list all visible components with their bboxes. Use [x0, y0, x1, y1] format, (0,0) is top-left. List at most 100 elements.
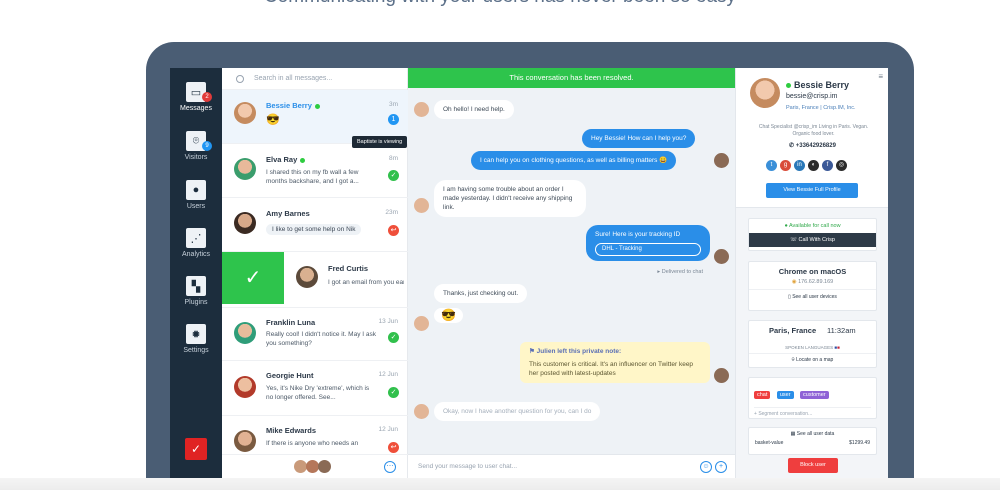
conversation-preview: I like to get some help on Nik — [266, 224, 362, 235]
instagram-icon[interactable]: ◎ — [836, 160, 847, 171]
conversation-item[interactable]: Mike Edwards 12 Jun If there is anyone w… — [222, 416, 408, 456]
resolved-banner: This conversation has been resolved. — [408, 68, 735, 88]
reply-icon: ↩ — [388, 225, 399, 236]
user-avatar — [414, 316, 429, 331]
twitter-icon[interactable]: t — [766, 160, 777, 171]
conversation-list: Search in all messages... Bessie Berry 3… — [222, 68, 408, 478]
analytics-icon: ⋰ — [186, 228, 206, 248]
more-options-icon[interactable]: ⋯ — [384, 461, 396, 473]
tag-chat[interactable]: chat — [754, 391, 771, 399]
view-full-profile-button[interactable]: View Bessie Full Profile — [766, 183, 858, 198]
avatar — [234, 212, 256, 234]
profile-email[interactable]: bessie@crisp.im — [786, 93, 837, 100]
unread-badge: 1 — [388, 114, 399, 125]
typing-preview: Okay, now I have another question for yo… — [434, 402, 601, 421]
nav-item-plugins[interactable]: ▚ Plugins — [170, 276, 222, 306]
conversation-item[interactable]: ✓ Fred Curtis I got an email from you ea… — [222, 252, 408, 308]
locate-map-link[interactable]: ⌾ Locate on a map — [749, 353, 876, 363]
conversation-time: 12 Jun — [378, 426, 398, 433]
conversation-name: Amy Barnes — [266, 209, 310, 218]
delivered-status: ▸ Delivered to chat — [657, 269, 703, 275]
device-card: Chrome on macOS ◉ 176.62.89.169 ▯ See al… — [748, 261, 877, 311]
message-bubble: Oh hello! I need help. — [434, 100, 514, 119]
linkedin-icon[interactable]: in — [794, 160, 805, 171]
nav-label-settings: Settings — [183, 347, 209, 354]
checkmark-icon: ✓ — [388, 387, 399, 398]
location-row: Paris, France 11:32am — [749, 321, 876, 345]
avatar — [234, 376, 256, 398]
conversation-time: 3m — [388, 101, 398, 108]
brand-logo[interactable]: ✓ — [185, 438, 207, 460]
call-card: ● Available for call now ☏ Call With Cri… — [748, 218, 877, 251]
message-input[interactable]: Send your message to user chat... ☺ + — [408, 454, 735, 478]
page-headline: Communicating with your users has never … — [0, 0, 1000, 8]
location-city: Paris, France — [769, 326, 817, 335]
nav-item-analytics[interactable]: ⋰ Analytics — [170, 228, 222, 258]
profile-location: Paris, France | Crisp.IM, Inc. — [786, 105, 856, 111]
nav-label-visitors: Visitors — [184, 154, 208, 161]
operator-avatar[interactable] — [318, 460, 331, 473]
conversation-time: 13 Jun — [378, 318, 398, 325]
user-avatar — [414, 404, 429, 419]
message-bubble: Sure! Here is your tracking ID DHL - Tra… — [586, 225, 710, 261]
nav-item-visitors[interactable]: ⌾ 9 Visitors — [170, 131, 222, 161]
message-bubble: I can help you on clothing questions, as… — [471, 151, 677, 170]
nav-label-messages: Messages — [180, 105, 212, 112]
conversation-item[interactable]: Elva Ray 8m I shared this on my fb wall … — [222, 144, 408, 198]
block-user-button[interactable]: Block user — [788, 458, 838, 473]
see-devices-link[interactable]: ▯ See all user devices — [749, 289, 876, 300]
see-user-data-link[interactable]: ▦ See all user data — [749, 428, 876, 437]
user-data-card: ▦ See all user data basket-value $1299.4… — [748, 427, 877, 455]
search-input[interactable]: Search in all messages... — [254, 75, 332, 82]
tag-customer[interactable]: customer — [800, 391, 829, 399]
call-button[interactable]: ☏ Call With Crisp — [749, 233, 876, 247]
nav-item-users[interactable]: ● Users — [170, 180, 222, 210]
search-bar[interactable]: Search in all messages... — [222, 68, 407, 90]
phone-icon: ✆ — [789, 143, 796, 149]
location-card: Paris, France 11:32am SPOKEN LANGUAGES ■… — [748, 320, 877, 368]
nav-label-analytics: Analytics — [181, 251, 210, 258]
nav-item-settings[interactable]: ✹ Settings — [170, 324, 222, 354]
conversation-time: 23m — [385, 209, 398, 216]
menu-icon[interactable]: ≡ — [878, 72, 883, 81]
checkmark-icon: ✓ — [388, 170, 399, 181]
list-footer: ⋯ — [222, 454, 408, 478]
plugins-icon: ▚ — [186, 276, 206, 296]
private-note: ⚑ Julien left this private note: This cu… — [520, 342, 710, 383]
tracking-link[interactable]: DHL - Tracking — [595, 243, 701, 256]
conversation-item[interactable]: Georgie Hunt 12 Jun Yes, it's Nike Dry '… — [222, 361, 408, 416]
app-screen: ▭ 2 Messages ⌾ 9 Visitors ● Users ⋰ Analyt… — [170, 68, 888, 478]
search-icon — [236, 74, 244, 83]
input-placeholder: Send your message to user chat... — [418, 463, 517, 470]
data-key: basket-value — [755, 440, 784, 446]
conversation-item[interactable]: Amy Barnes 23m I like to get some help o… — [222, 198, 408, 252]
segment-input[interactable]: + Segment conversation... — [754, 407, 871, 417]
bookmark-icon: ⚑ — [529, 348, 537, 355]
resolved-check-icon[interactable]: ✓ — [222, 252, 284, 304]
github-icon[interactable]: ◐ — [808, 160, 819, 171]
conversation-preview: I shared this on my fb wall a few months… — [266, 169, 359, 185]
spoken-languages: SPOKEN LANGUAGES ■■ — [785, 345, 840, 350]
google-plus-icon[interactable]: g — [780, 160, 791, 171]
conversation-name: Bessie Berry — [266, 101, 320, 110]
attach-icon[interactable]: + — [715, 461, 727, 473]
conversation-preview: I got an email from you earlier this lin… — [328, 279, 404, 286]
conversation-preview: Really cool! I didn't notice it. May I a… — [266, 331, 376, 347]
message-bubble: Thanks, just checking out. — [434, 284, 528, 303]
emoji-icon[interactable]: ☺ — [700, 461, 712, 473]
conversation-preview: Yes, it's Nike Dry 'extreme', which is n… — [266, 385, 370, 401]
tag-user[interactable]: user — [776, 391, 794, 399]
facebook-icon[interactable]: f — [822, 160, 833, 171]
conversation-name: Franklin Luna — [266, 318, 316, 327]
data-value: $1299.49 — [849, 440, 870, 446]
conversation-item[interactable]: Franklin Luna 13 Jun Really cool! I didn… — [222, 308, 408, 361]
message-bubble: Hey Bessie! How can I help you? — [582, 129, 696, 148]
profile-phone[interactable]: ✆ +33642926829 — [736, 142, 888, 149]
conversation-name: Elva Ray — [266, 155, 306, 164]
nav-item-messages[interactable]: ▭ 2 Messages — [170, 82, 222, 112]
conversation-preview: If there is anyone who needs an — [266, 440, 359, 447]
ip-address: ◉ 176.62.89.169 — [791, 279, 834, 285]
data-row: basket-value $1299.49 — [749, 437, 876, 449]
nav-label-plugins: Plugins — [184, 299, 208, 306]
laptop-base — [0, 478, 1000, 490]
